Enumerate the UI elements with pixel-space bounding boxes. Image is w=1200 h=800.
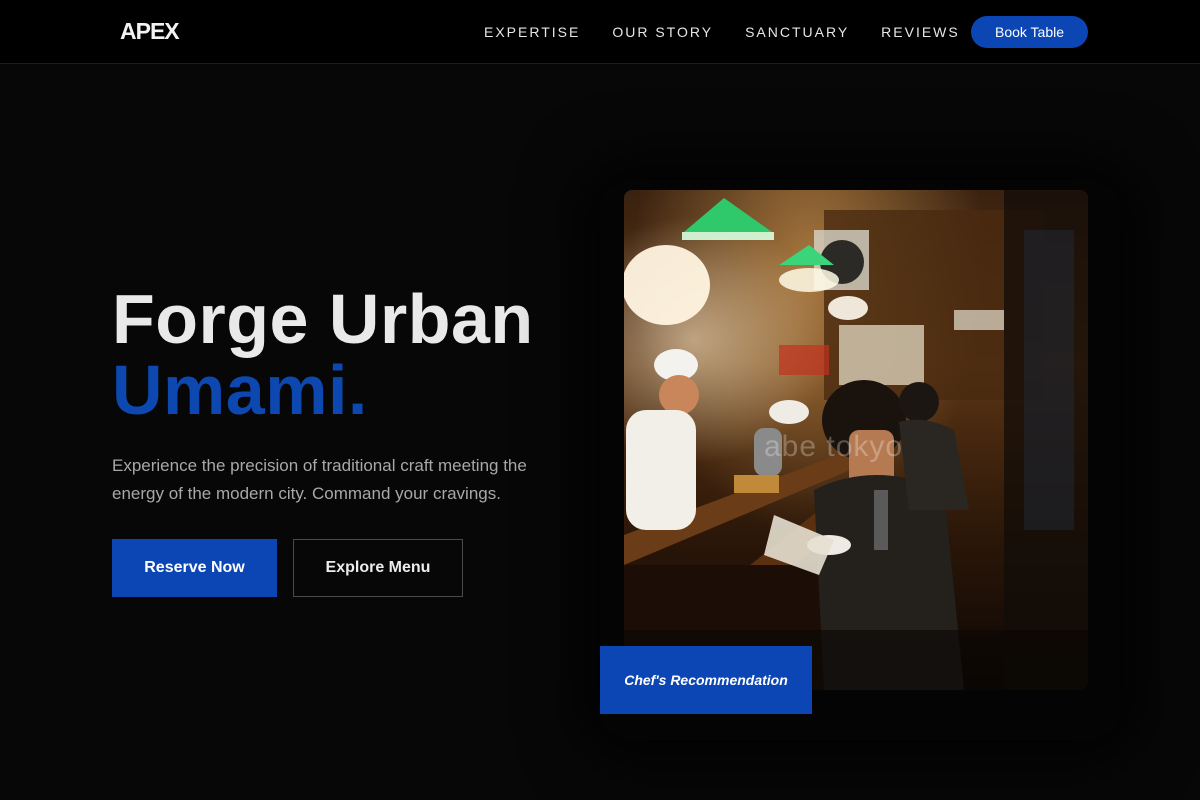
nav-item-reviews[interactable]: REVIEWS (881, 24, 960, 40)
photo-watermark: abe tokyo (764, 430, 904, 463)
chef-recommendation-badge: Chef's Recommendation (600, 646, 812, 714)
reserve-now-button[interactable]: Reserve Now (112, 539, 277, 597)
headline-line-1: Forge Urban (112, 280, 534, 358)
hero-headline: Forge Urban Umami. (112, 284, 534, 426)
hero-image: abe tokyo (624, 190, 1088, 690)
nav-item-sanctuary[interactable]: SANCTUARY (745, 24, 849, 40)
brand-logo[interactable]: APEX (120, 18, 180, 45)
nav-item-expertise[interactable]: EXPERTISE (484, 24, 580, 40)
main-nav: EXPERTISE OUR STORY SANCTUARY REVIEWS (484, 24, 992, 40)
book-table-button[interactable]: Book Table (971, 16, 1088, 48)
hero-description: Experience the precision of traditional … (112, 456, 527, 503)
nav-item-our-story[interactable]: OUR STORY (612, 24, 713, 40)
headline-accent: Umami. (112, 351, 368, 429)
explore-menu-button[interactable]: Explore Menu (293, 539, 463, 597)
site-header: APEX EXPERTISE OUR STORY SANCTUARY REVIE… (0, 0, 1200, 64)
